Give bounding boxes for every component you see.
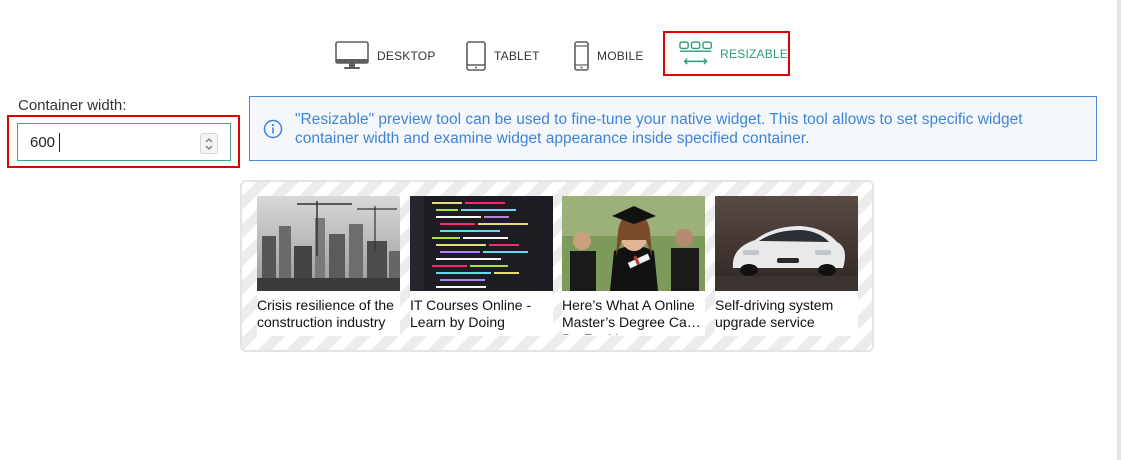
tab-desktop-label: DESKTOP	[377, 49, 436, 63]
desktop-monitor-icon	[335, 41, 369, 69]
info-icon	[263, 119, 283, 139]
number-stepper[interactable]	[200, 133, 218, 154]
mobile-phone-icon	[574, 41, 589, 71]
container-width-highlight: 600	[7, 115, 240, 168]
graduate-woman-image	[562, 196, 705, 291]
page-scrollbar[interactable]	[1117, 0, 1121, 460]
info-banner: "Resizable" preview tool can be used to …	[249, 96, 1097, 161]
tab-mobile[interactable]: MOBILE	[574, 40, 644, 72]
white-electric-car-image	[715, 196, 858, 291]
widget-card-title: Self-driving system upgrade service	[715, 297, 834, 330]
widget-card[interactable]: IT Courses Online - Learn by Doing	[410, 196, 553, 336]
widget-card[interactable]: Crisis resilience of the construction in…	[257, 196, 400, 336]
text-caret	[59, 133, 60, 152]
widget-preview: Crisis resilience of the construction in…	[240, 180, 874, 352]
tab-mobile-label: MOBILE	[597, 49, 644, 63]
resizable-width-icon	[679, 40, 712, 65]
container-width-label: Container width:	[18, 97, 127, 114]
container-width-value: 600	[30, 134, 56, 151]
widget-card[interactable]: Self-driving system upgrade service	[715, 196, 858, 336]
tab-resizable[interactable]: RESIZABLE	[663, 31, 790, 76]
tab-resizable-label: RESIZABLE	[720, 46, 788, 61]
construction-cranes-image	[257, 196, 400, 291]
stepper-arrows-icon	[205, 137, 213, 150]
widget-card-title: Crisis resilience of the construction in…	[257, 297, 394, 330]
tab-desktop[interactable]: DESKTOP	[335, 40, 436, 72]
info-text: "Resizable" preview tool can be used to …	[295, 111, 1023, 147]
widget-card-title: IT Courses Online - Learn by Doing	[410, 297, 532, 330]
tab-tablet-label: TABLET	[494, 49, 540, 63]
tab-tablet[interactable]: TABLET	[466, 40, 540, 72]
container-width-input[interactable]: 600	[17, 123, 231, 161]
code-screen-image	[410, 196, 553, 291]
widget-card[interactable]: Here’s What A Online Master’s Degree Can…	[562, 196, 705, 336]
widget-card-title: Here’s What A Online Master’s Degree Can…	[562, 297, 695, 335]
tablet-icon	[466, 41, 486, 71]
